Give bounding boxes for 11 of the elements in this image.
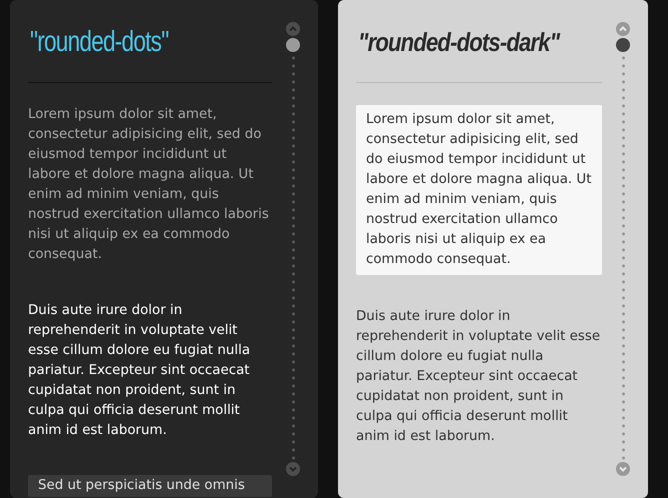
scroll-thumb-icon[interactable]: [616, 38, 630, 52]
paragraph: Duis aute irure dolor in reprehenderit in voluptate velit esse cillum dolore eu fugiat nulla pariatur. Excepteur sint occaecat cupidatat non proident, sunt in culpa qui officia deserunt mollit anim id est laborum.: [28, 302, 252, 440]
panel-title: "rounded-dots-dark": [358, 26, 562, 59]
paragraph: Lorem ipsum dolor sit amet, consectetur adipisicing elit, sed do eiusmod tempor incididunt ut labore et dolore magna aliqua. Ut enim ad minim veniam, quis nostrud exercitation ullamco laboris nisi ut aliquip ex ea commodo consequat.: [28, 106, 270, 264]
scroll-down-icon[interactable]: [616, 462, 630, 476]
text-box: Lorem ipsum dolor sit amet, consectetur adipisicing elit, sed do eiusmod tempor incididunt ut labore et dolore magna aliqua. Ut enim ad minim veniam, quis nostrud exercitation ullamco laboris nisi ut aliquip ex ea commodo consequat.: [356, 105, 602, 275]
text-box: Sed ut perspiciatis unde omnis: [28, 475, 272, 497]
panel-title: "rounded-dots": [30, 25, 170, 60]
paragraph: Duis aute irure dolor in reprehenderit in voluptate velit esse cillum dolore eu fugiat nulla pariatur. Excepteur sint occaecat cupidatat non proident, sunt in culpa qui officia deserunt mollit anim id est laborum.: [356, 308, 602, 446]
scroll-down-icon[interactable]: [286, 462, 300, 476]
scroll-thumb-icon[interactable]: [286, 38, 300, 52]
